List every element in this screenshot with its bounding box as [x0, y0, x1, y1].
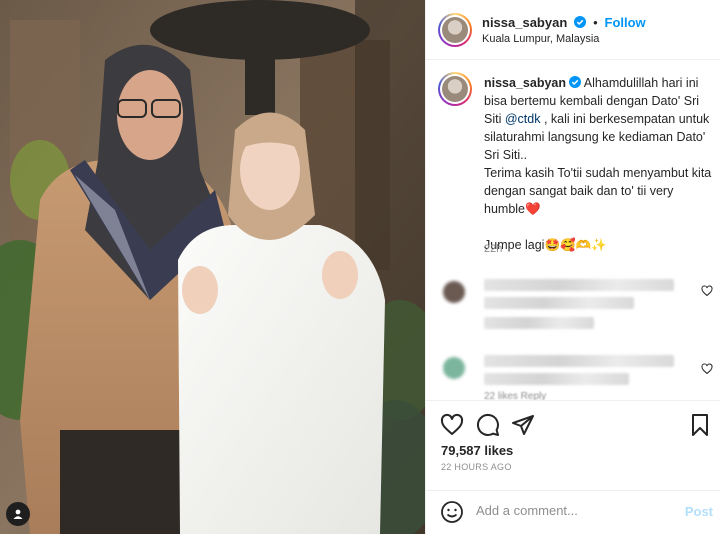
heart-icon[interactable] — [440, 413, 464, 437]
add-comment-bar: Post — [426, 490, 720, 534]
post-location[interactable]: Kuala Lumpur, Malaysia — [482, 33, 599, 45]
verified-badge-icon — [574, 16, 587, 28]
post-caption: nissa_sabyan Alhamdulillah hari ini bisa… — [484, 74, 714, 254]
comment-input[interactable] — [476, 503, 676, 518]
post-photo[interactable] — [0, 0, 425, 534]
comment-item: 22 likes Reply — [426, 347, 720, 401]
post-details-panel: nissa_sabyan • Follow Kuala Lumpur, Mala… — [425, 0, 720, 534]
follow-button[interactable]: Follow — [605, 15, 646, 30]
blurred-comment-text — [484, 279, 674, 291]
blurred-comment-text — [484, 373, 629, 385]
likes-count[interactable]: 79,587 likes — [441, 443, 513, 458]
comments-scroll-area[interactable]: nissa_sabyan Alhamdulillah hari ini bisa… — [426, 61, 720, 401]
separator-dot: • — [593, 15, 598, 30]
emoji-icon[interactable] — [440, 500, 464, 524]
share-icon[interactable] — [511, 413, 535, 437]
caption-author-username[interactable]: nissa_sabyan — [484, 76, 566, 90]
caption-emojis: 🤩🥰🫶✨ — [544, 238, 607, 252]
author-username[interactable]: nissa_sabyan — [482, 15, 567, 30]
blurred-comment-text — [484, 297, 634, 309]
commenter-avatar[interactable] — [443, 357, 465, 379]
caption-heart-emoji: ❤️ — [525, 202, 541, 216]
bookmark-icon[interactable] — [688, 413, 712, 437]
comment-icon[interactable] — [476, 413, 500, 437]
blurred-comment-meta — [484, 317, 594, 329]
tagged-user-icon[interactable] — [6, 502, 30, 526]
caption-author-avatar[interactable] — [438, 72, 472, 106]
post-time-ago[interactable]: 22 HOURS AGO — [441, 462, 512, 472]
post-comment-button[interactable]: Post — [685, 504, 713, 519]
blurred-comment-text — [484, 355, 674, 367]
comment-like-heart-icon[interactable] — [701, 285, 713, 297]
header-author-row: nissa_sabyan • Follow — [482, 14, 646, 30]
author-avatar[interactable] — [438, 13, 472, 47]
post-actions: 79,587 likes 22 HOURS AGO — [426, 400, 720, 490]
comment-item — [426, 273, 720, 333]
verified-badge-icon — [569, 76, 581, 88]
comment-like-heart-icon[interactable] — [701, 363, 713, 375]
caption-text-part3: Terima kasih To'tii sudah menyambut kita… — [484, 166, 712, 216]
photo-illustration — [0, 0, 425, 534]
caption-timestamp[interactable]: 22h — [484, 243, 502, 255]
person-icon — [13, 509, 23, 519]
caption-mention-link[interactable]: @ctdk — [505, 112, 541, 126]
commenter-avatar[interactable] — [443, 281, 465, 303]
post-header: nissa_sabyan • Follow Kuala Lumpur, Mala… — [426, 0, 720, 60]
